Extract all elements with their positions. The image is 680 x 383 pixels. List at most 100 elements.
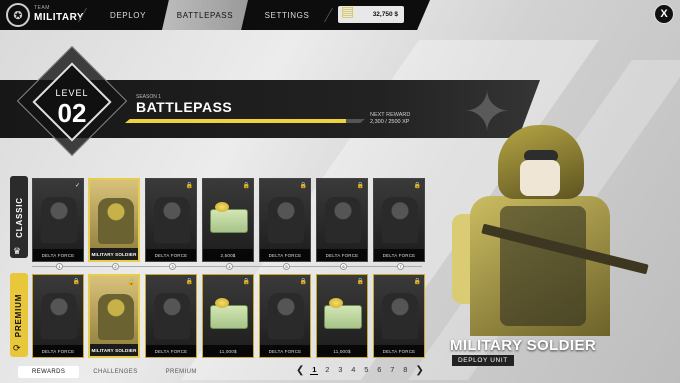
deploy-unit-button[interactable]: DEPLOY UNIT <box>452 355 514 366</box>
level-number: 02 <box>57 98 87 128</box>
lock-icon: 🔒 <box>413 279 421 285</box>
lock-icon: 🔒 <box>242 183 250 189</box>
lock-icon: 🔒 <box>356 279 364 285</box>
close-button[interactable]: X <box>654 4 674 24</box>
page-number-7[interactable]: 7 <box>388 365 396 375</box>
page-number-2[interactable]: 2 <box>323 365 331 375</box>
featured-soldier-name: MILITARY SOLDIER <box>450 337 597 354</box>
premium-reward-card[interactable]: 🔒 DELTA FORCE <box>373 274 425 358</box>
page-title: BATTLEPASS <box>136 99 233 115</box>
lock-icon: 🔒 <box>185 183 193 189</box>
classic-reward-card[interactable]: 🔒 DELTA FORCE <box>316 178 368 262</box>
reward-label: DELTA FORCE <box>317 249 367 261</box>
soldier-reward-icon <box>154 197 190 243</box>
reward-label: DELTA FORCE <box>33 249 83 261</box>
reward-label: 11,000$ <box>317 345 367 357</box>
lock-icon: 🔒 <box>299 183 307 189</box>
lock-icon: 🔒 <box>72 279 80 285</box>
money-stack-icon: ▤ <box>341 3 355 19</box>
classic-reward-card[interactable]: MILITARY SOLDIER <box>88 178 140 262</box>
soldier-reward-icon <box>382 197 418 243</box>
cash-reward-icon <box>210 202 248 233</box>
xp-progress-fill <box>125 119 346 123</box>
soldier-face <box>520 160 560 196</box>
xp-readout: 2,300 / 2500 XP <box>370 119 410 125</box>
page-number-6[interactable]: 6 <box>375 365 383 375</box>
premium-coin-icon: ⟳ <box>13 343 21 353</box>
tab-premium[interactable]: PREMIUM <box>152 366 211 378</box>
lock-icon: 🔒 <box>242 279 250 285</box>
reward-label: 11,000$ <box>203 345 253 357</box>
xp-progress-bar <box>125 119 365 123</box>
soldier-reward-icon <box>382 293 418 339</box>
page-number-3[interactable]: 3 <box>336 365 344 375</box>
page-number-4[interactable]: 4 <box>349 365 357 375</box>
reward-label: DELTA FORCE <box>146 345 196 357</box>
premium-reward-card[interactable]: 🔒 DELTA FORCE <box>32 274 84 358</box>
reward-label: DELTA FORCE <box>374 345 424 357</box>
next-reward-label: NEXT REWARD <box>370 112 411 118</box>
classic-reward-card[interactable]: ✓ DELTA FORCE <box>32 178 84 262</box>
soldier-reward-icon <box>98 198 134 244</box>
tab-settings[interactable]: SETTINGS <box>250 0 324 30</box>
premium-reward-card[interactable]: 🔒 MILITARY SOLDIER <box>88 274 140 358</box>
cash-reward-icon <box>324 298 362 329</box>
checkmark-icon: ✓ <box>74 183 80 189</box>
reward-label: DELTA FORCE <box>260 249 310 261</box>
reward-label: DELTA FORCE <box>146 249 196 261</box>
soldier-reward-icon <box>268 293 304 339</box>
soldier-reward-icon <box>41 197 77 243</box>
lock-icon: 🔒 <box>127 280 135 286</box>
premium-reward-card[interactable]: 🔒 11,000$ <box>202 274 254 358</box>
tab-battlepass[interactable]: BATTLEPASS <box>162 0 248 30</box>
reward-label: DELTA FORCE <box>260 345 310 357</box>
level-marker: 1 <box>56 263 63 270</box>
level-progress-track: 1 2 3 4 5 6 7 <box>32 263 422 270</box>
classic-reward-card[interactable]: 🔒 DELTA FORCE <box>373 178 425 262</box>
premium-reward-card[interactable]: 🔒 11,000$ <box>316 274 368 358</box>
reward-label: MILITARY SOLDIER <box>90 344 138 356</box>
classic-reward-card[interactable]: 🔒 DELTA FORCE <box>145 178 197 262</box>
reward-label: DELTA FORCE <box>33 345 83 357</box>
lock-icon: 🔒 <box>356 183 364 189</box>
tab-deploy[interactable]: DEPLOY <box>92 0 164 30</box>
reward-label: MILITARY SOLDIER <box>90 248 138 260</box>
level-marker: 2 <box>112 263 119 270</box>
lock-icon: 🔒 <box>185 279 193 285</box>
page-number-8[interactable]: 8 <box>401 365 409 375</box>
soldier-reward-icon <box>98 294 134 340</box>
tab-rewards[interactable]: REWARDS <box>18 366 80 378</box>
classic-reward-card[interactable]: 🔒 2,500$ <box>202 178 254 262</box>
military-logo-icon: ✪ <box>6 3 30 27</box>
soldier-vest <box>500 206 586 326</box>
level-marker: 5 <box>283 263 290 270</box>
page-number-1[interactable]: 1 <box>310 365 319 375</box>
reward-label: DELTA FORCE <box>374 249 424 261</box>
level-marker: 7 <box>397 263 404 270</box>
soldier-reward-icon <box>154 293 190 339</box>
classic-label-text: CLASSIC <box>14 196 24 238</box>
tab-challenges[interactable]: CHALLENGES <box>79 366 151 378</box>
bottom-tab-bar: REWARDS CHALLENGES PREMIUM <box>18 366 211 378</box>
reward-label: 2,500$ <box>203 249 253 261</box>
level-marker: 3 <box>169 263 176 270</box>
soldier-reward-icon <box>268 197 304 243</box>
soldier-reward-icon <box>41 293 77 339</box>
premium-reward-card[interactable]: 🔒 DELTA FORCE <box>145 274 197 358</box>
star-emblem-icon: ✦ <box>463 80 511 143</box>
classic-reward-card[interactable]: 🔒 DELTA FORCE <box>259 178 311 262</box>
brand-small-label: TEAM <box>34 5 50 11</box>
crown-icon: ♛ <box>13 246 22 256</box>
premium-reward-card[interactable]: 🔒 DELTA FORCE <box>259 274 311 358</box>
premium-label-text: PREMIUM <box>14 293 24 337</box>
chevron-right-icon[interactable]: ❯ <box>415 365 423 376</box>
page-number-5[interactable]: 5 <box>362 365 370 375</box>
lock-icon: 🔒 <box>413 183 421 189</box>
page-selector: ❮ 12345678 ❯ <box>296 364 424 376</box>
level-marker: 4 <box>226 263 233 270</box>
level-label: LEVEL <box>55 88 89 98</box>
chevron-left-icon[interactable]: ❮ <box>296 365 304 376</box>
soldier-reward-icon <box>325 197 361 243</box>
lock-icon: 🔒 <box>299 279 307 285</box>
brand-title: MILITARY <box>34 12 85 23</box>
